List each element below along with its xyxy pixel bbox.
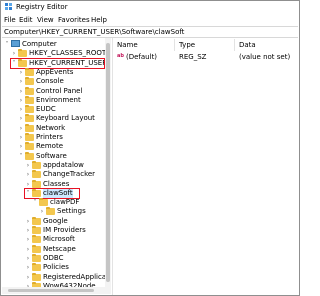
chevron-right-icon[interactable]: › xyxy=(18,133,24,142)
folder-icon xyxy=(25,105,34,114)
value-name: (Default) xyxy=(126,53,158,61)
folder-icon xyxy=(32,235,41,244)
tree-node-label: Keyboard Layout xyxy=(36,114,95,123)
tree-node-label: EUDC xyxy=(36,105,56,114)
string-value-icon: ab xyxy=(117,53,124,59)
menu-edit[interactable]: Edit xyxy=(19,16,33,25)
menu-bar: File Edit View Favorites Help xyxy=(1,15,299,26)
chevron-right-icon[interactable]: › xyxy=(18,68,24,77)
menu-favorites[interactable]: Favorites xyxy=(58,16,90,25)
folder-icon xyxy=(25,114,34,123)
computer-icon xyxy=(11,40,20,47)
folder-icon xyxy=(32,244,41,253)
address-path: Computer\HKEY_CURRENT_USER\Software\claw… xyxy=(4,28,185,36)
chevron-right-icon[interactable]: › xyxy=(18,105,24,114)
chevron-right-icon[interactable]: › xyxy=(18,96,24,105)
folder-icon xyxy=(32,226,41,234)
column-header-type[interactable]: Type xyxy=(179,41,195,50)
menu-view[interactable]: View xyxy=(37,16,54,25)
chevron-right-icon[interactable]: › xyxy=(25,235,31,244)
chevron-right-icon[interactable]: › xyxy=(25,226,31,235)
tree-node-label: Control Panel xyxy=(36,86,83,95)
chevron-right-icon[interactable]: › xyxy=(25,217,31,226)
folder-icon xyxy=(32,170,41,179)
tree-node-label: Microsoft xyxy=(43,235,75,244)
tree-node-label: ODBC xyxy=(43,253,64,262)
tree-horizontal-scrollbar[interactable] xyxy=(2,287,111,294)
folder-icon xyxy=(32,179,41,188)
tree-node-label: clawPDF xyxy=(50,198,80,207)
chevron-right-icon[interactable]: › xyxy=(18,114,24,123)
window-title: Registry Editor xyxy=(16,3,68,11)
folder-icon xyxy=(25,67,34,76)
column-divider[interactable] xyxy=(174,39,175,51)
tree-node-label: Software xyxy=(36,151,67,160)
folder-icon xyxy=(32,263,41,272)
chevron-right-icon[interactable]: › xyxy=(25,170,31,179)
chevron-right-icon[interactable]: › xyxy=(18,142,24,151)
folder-icon xyxy=(25,95,34,104)
folder-icon xyxy=(32,216,41,225)
folder-icon xyxy=(32,253,41,262)
value-row[interactable]: ab (Default) REG_SZ (value not set) xyxy=(115,52,299,62)
folder-icon xyxy=(25,86,34,95)
tree-node-label: Computer xyxy=(22,40,57,48)
value-data: (value not set) xyxy=(239,53,291,61)
tree-scroll-thumb[interactable] xyxy=(106,43,110,282)
tree-node-label: Settings xyxy=(57,207,86,216)
folder-icon xyxy=(32,272,41,281)
chevron-down-icon[interactable]: ˅ xyxy=(18,152,24,161)
column-divider[interactable] xyxy=(234,39,235,51)
tree-node-label: appdatalow xyxy=(43,160,84,169)
registry-app-icon xyxy=(5,3,12,10)
value-type: REG_SZ xyxy=(179,53,207,61)
folder-icon xyxy=(39,198,48,207)
folder-icon xyxy=(25,123,34,132)
column-header-name[interactable]: Name xyxy=(117,41,138,50)
chevron-right-icon[interactable]: › xyxy=(25,273,31,282)
folder-icon xyxy=(32,160,41,169)
chevron-down-icon[interactable]: ˅ xyxy=(32,198,38,207)
folder-icon xyxy=(18,49,27,58)
tree-node-label: Netscape xyxy=(43,244,76,253)
chevron-right-icon[interactable]: › xyxy=(25,245,31,254)
menu-help[interactable]: Help xyxy=(91,16,107,25)
folder-icon xyxy=(25,151,34,160)
chevron-right-icon[interactable]: › xyxy=(18,124,24,133)
tree-node-label: Network xyxy=(36,123,66,132)
address-bar[interactable]: Computer\HKEY_CURRENT_USER\Software\claw… xyxy=(2,26,298,38)
chevron-right-icon[interactable]: › xyxy=(25,254,31,263)
tree-hscroll-thumb[interactable] xyxy=(8,289,94,292)
chevron-right-icon[interactable]: › xyxy=(18,77,24,86)
title-bar: Registry Editor xyxy=(1,1,299,14)
registry-editor-window: Registry Editor File Edit View Favorites… xyxy=(0,0,300,296)
tree-node-label: Remote xyxy=(36,142,64,151)
chevron-right-icon[interactable]: › xyxy=(39,207,45,216)
folder-icon xyxy=(25,142,34,151)
menu-file[interactable]: File xyxy=(4,16,16,25)
chevron-right-icon[interactable]: › xyxy=(25,161,31,170)
folder-icon xyxy=(25,133,34,141)
tree-node-label: ChangeTracker xyxy=(43,170,96,179)
tree-node-label: Policies xyxy=(43,263,69,272)
chevron-right-icon[interactable]: › xyxy=(18,87,24,96)
folder-icon xyxy=(46,207,55,216)
folder-icon xyxy=(25,77,34,86)
chevron-down-icon[interactable]: ˅ xyxy=(4,40,10,49)
pane-splitter[interactable] xyxy=(112,38,113,295)
tree-node-label: Google xyxy=(43,216,68,225)
chevron-right-icon[interactable]: › xyxy=(25,263,31,272)
tree-node-label: RegisteredApplicatic xyxy=(43,272,107,281)
column-header-data[interactable]: Data xyxy=(239,41,256,50)
key-tree[interactable]: ˅ Computer › HKEY_CLASSES_ROOT ˅ HKEY_CURRENT… xyxy=(2,38,107,295)
tree-node-label: Printers xyxy=(36,133,63,141)
tree-node-label: Environment xyxy=(36,95,81,104)
tree-node-label: AppEvents xyxy=(36,67,74,76)
tree-node-label: Console xyxy=(36,77,64,86)
tree-vertical-scrollbar[interactable] xyxy=(105,38,111,287)
tree-node-label: IM Providers xyxy=(43,226,86,234)
